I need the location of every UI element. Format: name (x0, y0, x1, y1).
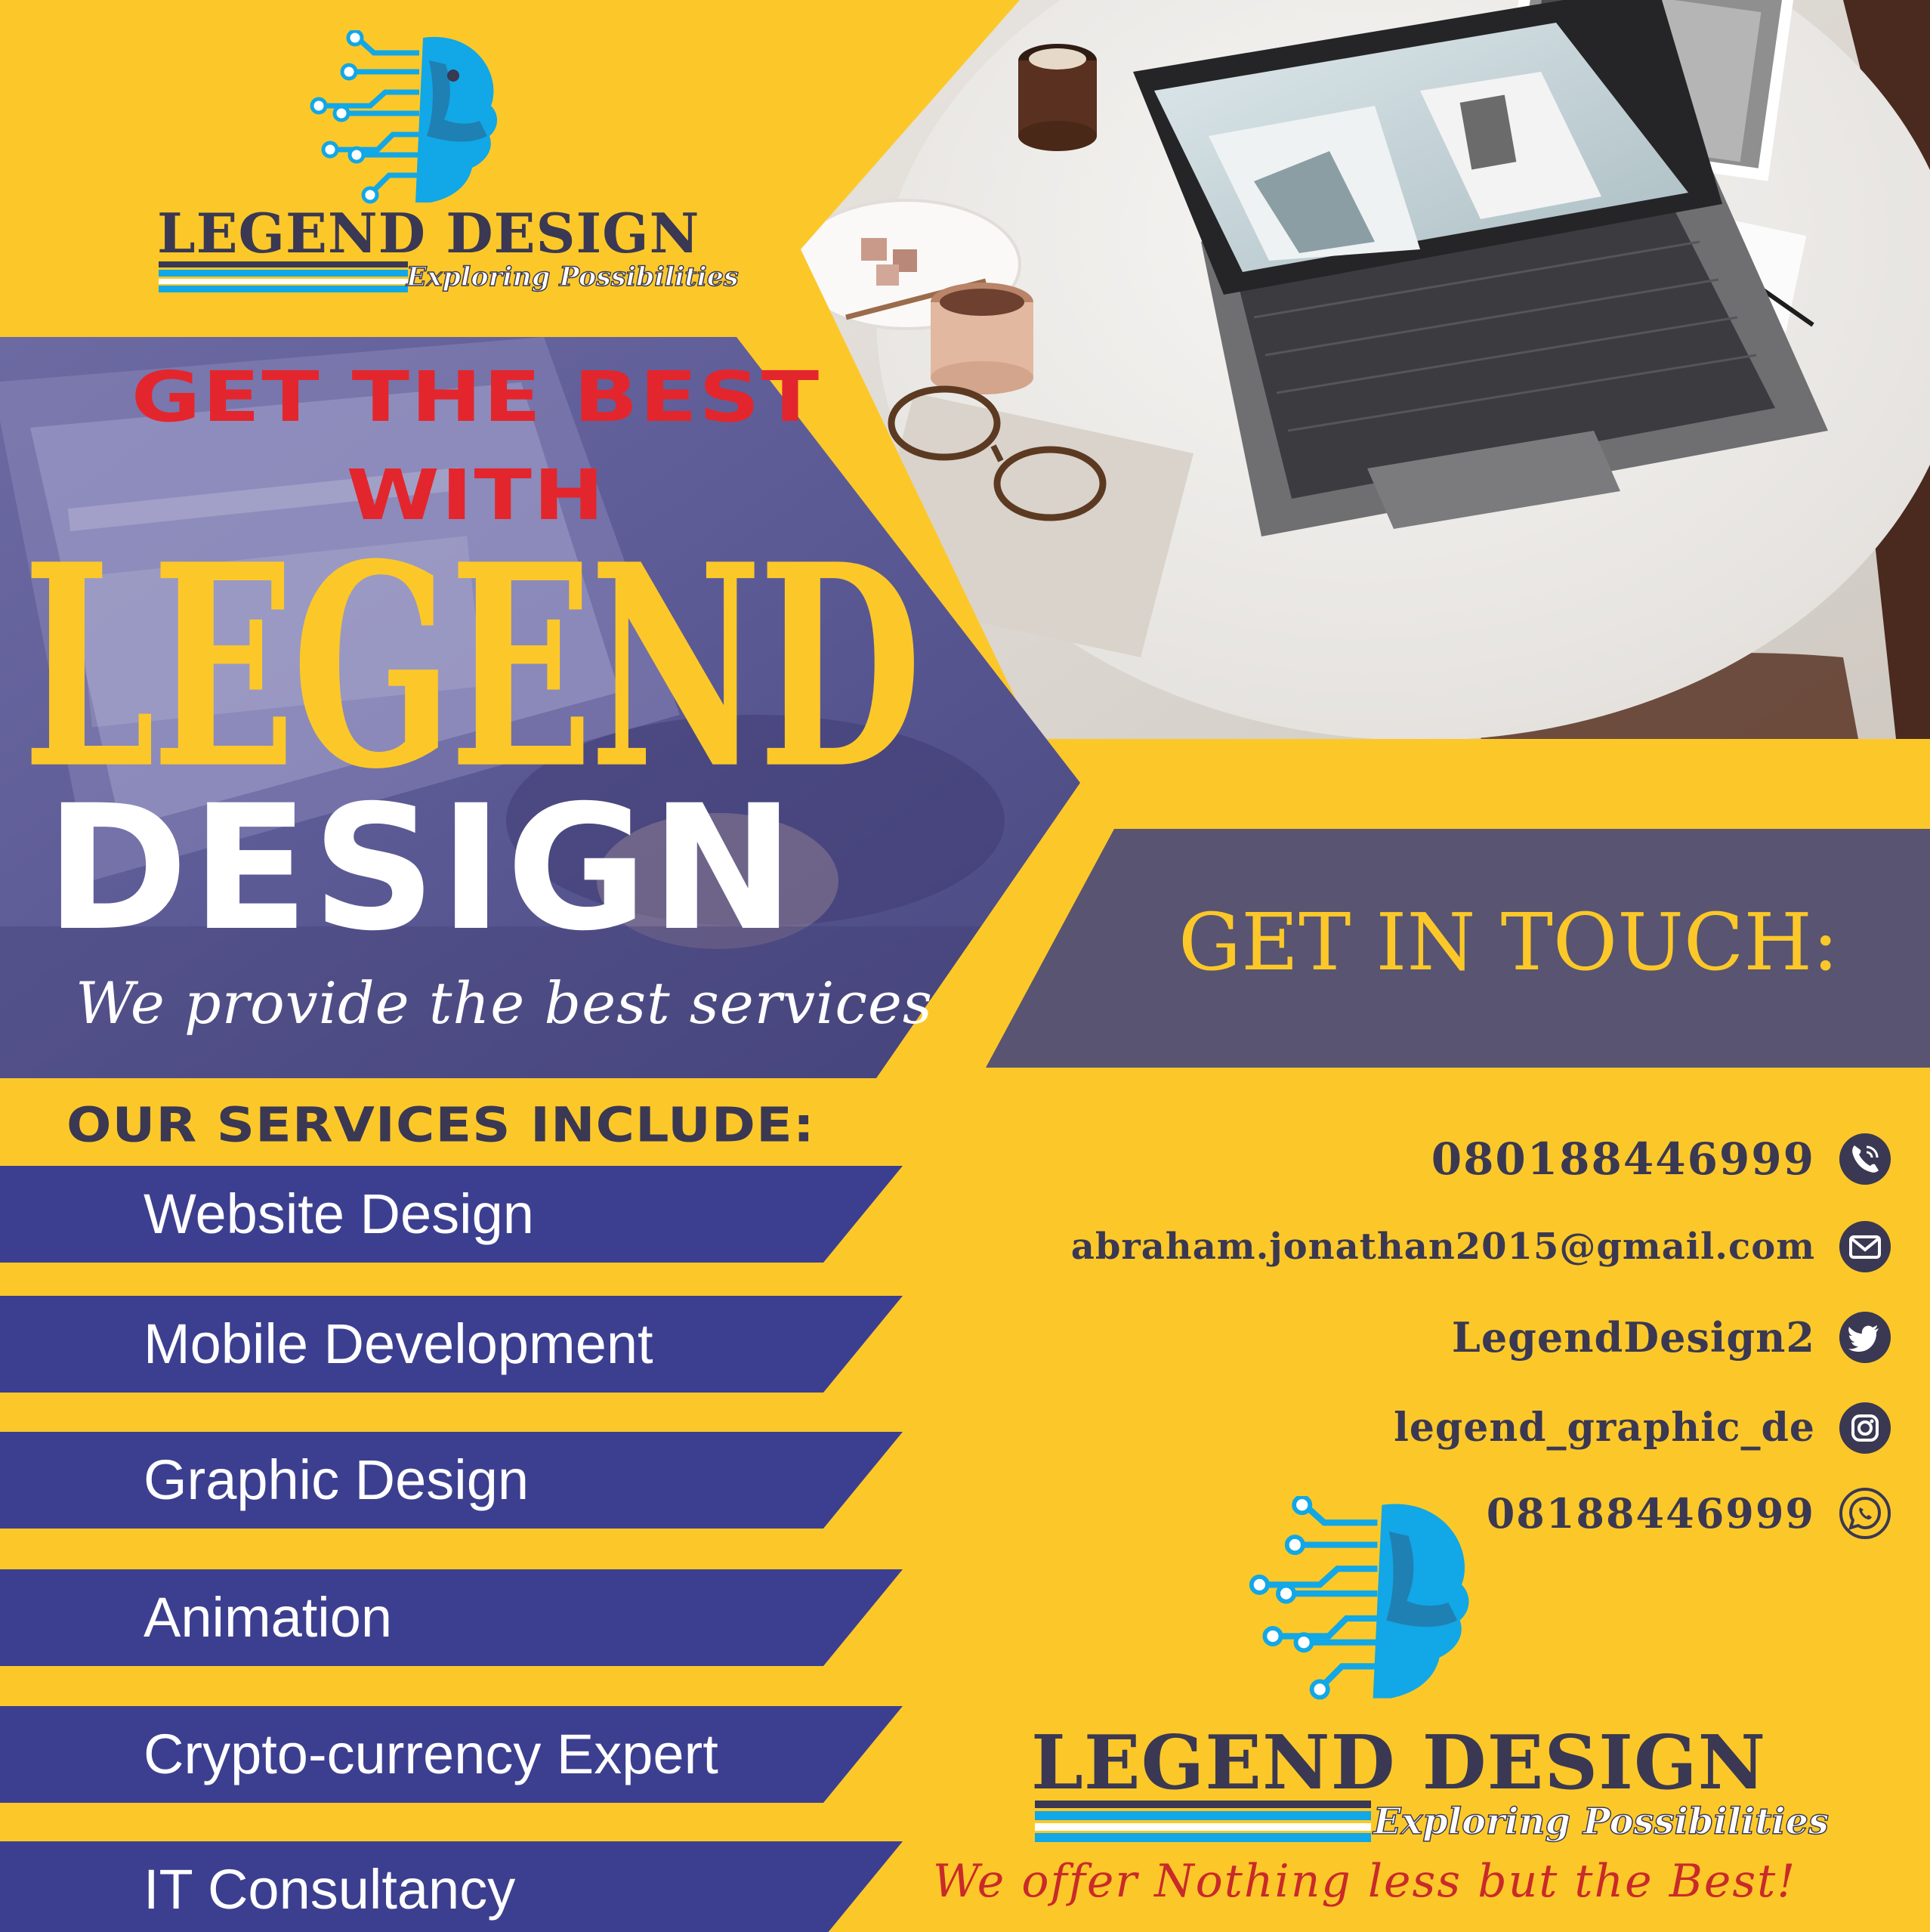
logo-bottom-title: LEGEND DESIGN (1031, 1720, 1767, 1807)
service-label: Animation (144, 1586, 393, 1649)
service-bar-shape (0, 1569, 903, 1666)
service-label: Crypto-currency Expert (144, 1723, 718, 1785)
brain-circuit-logo-icon (310, 30, 498, 204)
contact-instagram[interactable]: legend_graphic_de (948, 1398, 1930, 1458)
service-it-consultancy: IT Consultancy (0, 1841, 903, 1932)
service-crypto-currency-expert: Crypto-currency Expert (0, 1706, 903, 1803)
hero-headline-line1: GET THE BEST (131, 357, 821, 438)
phone-icon (1839, 1133, 1891, 1185)
whatsapp-icon (1839, 1488, 1891, 1539)
contact-instagram-text: legend_graphic_de (1394, 1405, 1815, 1451)
contact-twitter[interactable]: LegendDesign2 (948, 1307, 1930, 1368)
service-mobile-development: Mobile Development (0, 1296, 903, 1393)
logo-top-stripes (159, 261, 408, 292)
logo-top-tagline: Exploring Possibilities (406, 261, 739, 292)
twitter-icon (1839, 1312, 1891, 1363)
service-animation: Animation (0, 1569, 903, 1666)
service-website-design: Website Design (0, 1166, 903, 1263)
service-graphic-design: Graphic Design (0, 1432, 903, 1529)
get-in-touch-heading: GET IN TOUCH: (1178, 896, 1839, 988)
service-label: IT Consultancy (144, 1858, 516, 1921)
hero-headline-line4: DESIGN (45, 768, 798, 969)
service-label: Graphic Design (144, 1448, 530, 1511)
service-label: Website Design (144, 1182, 534, 1245)
logo-bottom-stripes (1035, 1801, 1371, 1842)
contact-phone-text: 080188446999 (1431, 1133, 1815, 1185)
instagram-icon (1839, 1402, 1891, 1454)
logo-top-title: LEGEND DESIGN (157, 201, 700, 265)
brain-circuit-logo-bottom-icon (1249, 1496, 1469, 1700)
services-heading: OUR SERVICES INCLUDE: (66, 1097, 815, 1153)
contact-whatsapp-text: 08188446999 (1486, 1489, 1815, 1538)
contact-email-text: abraham.jonathan2015@gmail.com (1070, 1226, 1815, 1268)
contact-twitter-text: LegendDesign2 (1451, 1313, 1815, 1362)
email-icon (1839, 1221, 1891, 1272)
contact-email[interactable]: abraham.jonathan2015@gmail.com (948, 1216, 1930, 1277)
service-label: Mobile Development (144, 1312, 653, 1375)
hero-headline-line3: LEGEND (23, 504, 922, 831)
logo-bottom-tagline: Exploring Possibilities (1373, 1801, 1830, 1843)
hero-tagline: We provide the best services (76, 969, 933, 1037)
poster: LEGEND DESIGN Exploring Possibilities GE… (0, 0, 1930, 1932)
slogan: We offer Nothing less but the Best! (933, 1855, 1797, 1908)
contact-phone[interactable]: 080188446999 (948, 1129, 1930, 1189)
